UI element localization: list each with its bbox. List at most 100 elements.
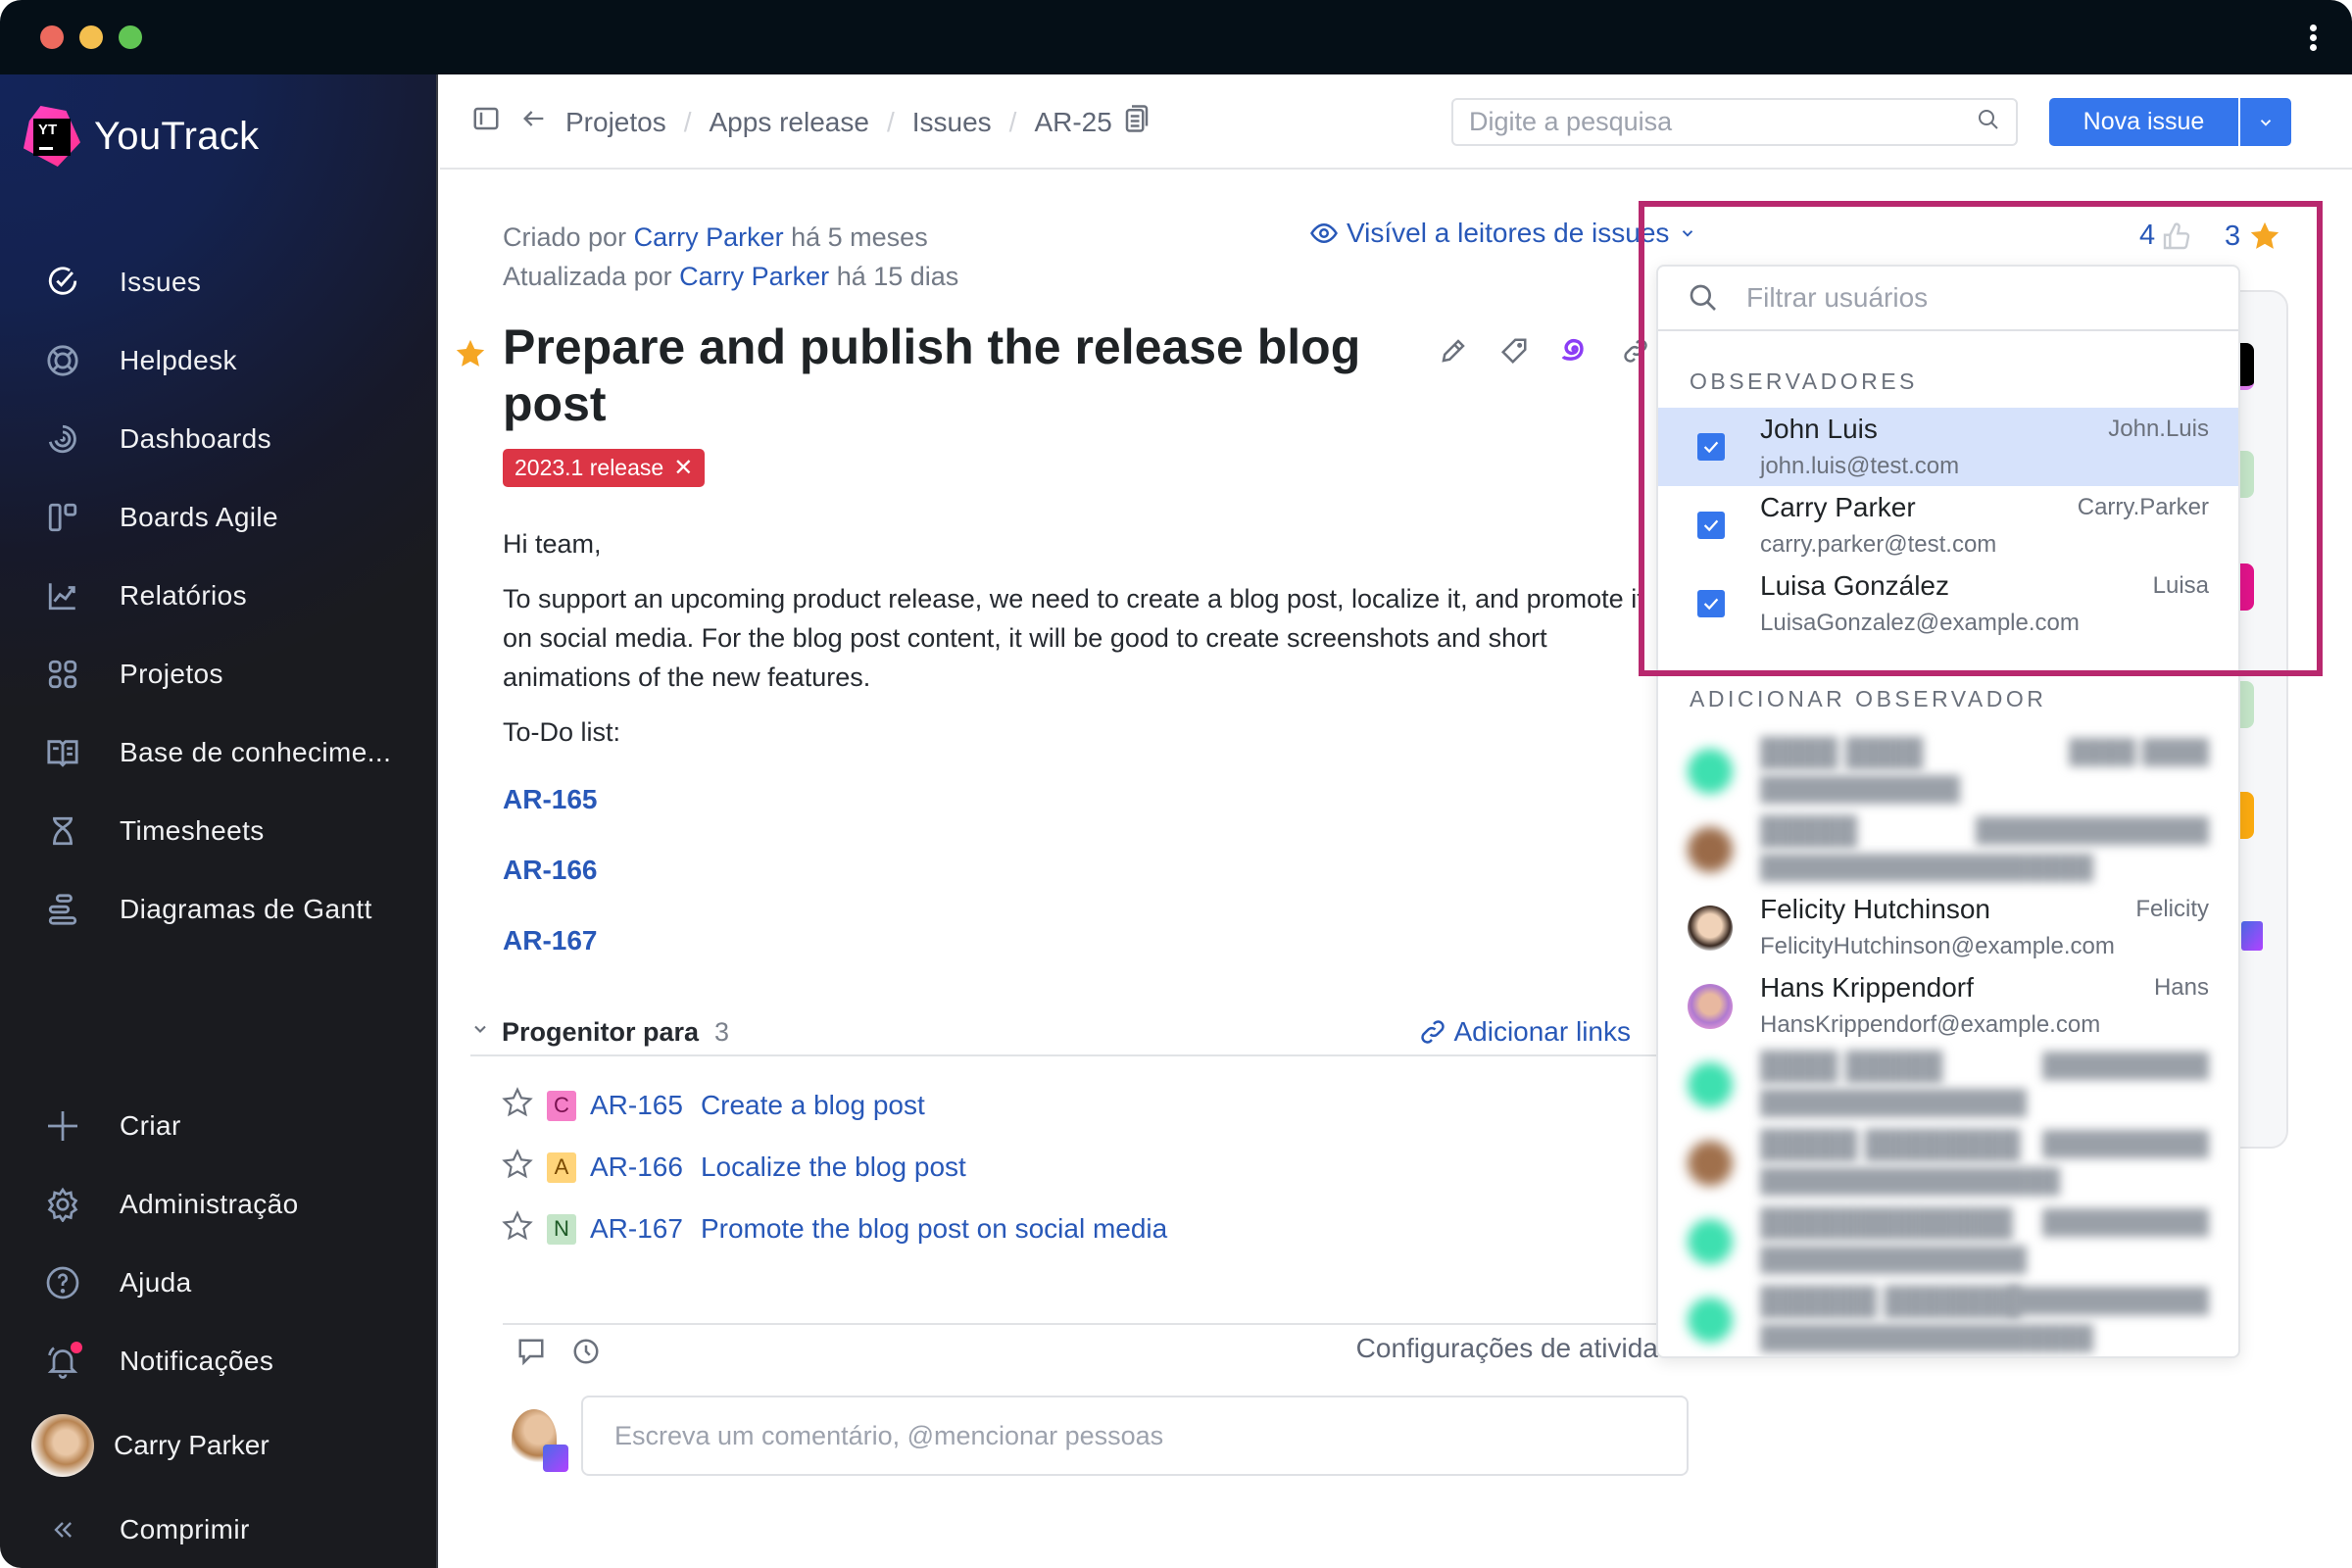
linked-issue-summary[interactable]: Promote the blog post on social media [701, 1213, 1167, 1245]
activity-bar: Configurações de atividade [503, 1323, 1689, 1372]
checkbox-checked[interactable] [1697, 512, 1725, 539]
close-window-button[interactable] [40, 25, 64, 49]
dashboard-icon [45, 421, 80, 457]
creator-link[interactable]: Carry Parker [634, 222, 784, 252]
candidate-row[interactable]: Felicity Hutchinson Felicity FelicityHut… [1658, 888, 2238, 966]
comment-field[interactable] [581, 1396, 1689, 1476]
breadcrumb-projetos[interactable]: Projetos [565, 107, 666, 138]
back-arrow-icon[interactable] [520, 105, 548, 139]
candidate-row[interactable]: ███████████████████████████████████████ [1658, 1201, 2238, 1280]
sidebar-item-projetos[interactable]: Projetos [0, 635, 438, 713]
sidebar-item-gantt[interactable]: Diagramas de Gantt [0, 870, 438, 949]
star-outline-icon[interactable] [502, 1209, 533, 1249]
minimize-window-button[interactable] [79, 25, 103, 49]
todo-link[interactable]: AR-166 [503, 855, 597, 886]
tag-chip[interactable]: 2023.1 release ✕ [503, 449, 706, 487]
eye-icon [1310, 222, 1338, 244]
linked-issue-summary[interactable]: Create a blog post [701, 1090, 925, 1121]
search-field[interactable] [1451, 98, 2018, 146]
new-issue-button[interactable]: Nova issue [2049, 98, 2238, 146]
sidebar-item-dashboards[interactable]: Dashboards [0, 400, 438, 478]
candidate-row[interactable]: ███████████████████████████████████████ [1658, 809, 2238, 888]
activity-settings-link[interactable]: Configurações de atividade [1356, 1333, 1689, 1364]
sidebar-item-ajuda[interactable]: Ajuda [0, 1244, 438, 1322]
watchers-heading: OBSERVADORES [1690, 368, 1918, 394]
grid-icon [45, 657, 80, 692]
sidebar-item-administracao[interactable]: Administração [0, 1165, 438, 1244]
link-icon[interactable] [1618, 333, 1653, 368]
star-count-button[interactable]: 3 [2225, 220, 2281, 253]
breadcrumb-separator: / [1008, 106, 1017, 137]
sidebar-item-knowledge-base[interactable]: Base de conhecime... [0, 713, 438, 792]
candidate-row[interactable]: ██████ ███████ ████████████ ██████████████… [1658, 1280, 2238, 1356]
check-circle-icon [45, 265, 80, 300]
search-input[interactable] [1469, 107, 1977, 137]
sidebar-item-issues[interactable]: Issues [0, 243, 438, 321]
linked-issue-id[interactable]: AR-167 [590, 1213, 683, 1245]
candidate-row[interactable]: ████ ████ ████ ████ ████████████ [1658, 731, 2238, 809]
candidate-row[interactable]: ████ █████ ██████████ ████████████████ [1658, 1045, 2238, 1123]
history-clock-icon[interactable] [571, 1337, 601, 1371]
new-issue-dropdown-button[interactable] [2240, 98, 2291, 146]
watcher-row[interactable]: John Luis John.Luis john.luis@test.com [1658, 408, 2238, 486]
app-logo[interactable]: YT YouTrack [24, 106, 259, 167]
watcher-row[interactable]: Luisa González Luisa LuisaGonzalez@examp… [1658, 564, 2238, 643]
filter-users-field[interactable] [1658, 267, 2238, 331]
add-links-button[interactable]: Adicionar links [1418, 1016, 1631, 1048]
vote-button[interactable]: 4 [2139, 220, 2192, 252]
issue-title: Prepare and publish the release blog pos… [503, 319, 1361, 431]
comment-input[interactable] [614, 1420, 1687, 1451]
collapse-chevron-icon[interactable] [470, 1019, 492, 1045]
edit-icon[interactable] [1436, 333, 1471, 368]
kebab-menu-icon[interactable] [2303, 22, 2323, 57]
star-icon [2250, 221, 2279, 249]
remove-tag-icon[interactable]: ✕ [673, 454, 693, 482]
filter-users-input[interactable] [1746, 282, 2238, 314]
plus-icon [45, 1108, 80, 1144]
todo-link[interactable]: AR-165 [503, 784, 597, 815]
search-icon[interactable] [1977, 108, 2000, 136]
sidebar-user-profile[interactable]: Carry Parker [0, 1400, 438, 1491]
copy-id-icon[interactable] [1124, 104, 1150, 140]
toggle-sidebar-icon[interactable] [471, 104, 501, 140]
breadcrumb-issue-id[interactable]: AR-25 [1034, 107, 1111, 138]
hourglass-icon [45, 813, 80, 849]
candidate-row[interactable]: Hans Krippendorf Hans HansKrippendorf@ex… [1658, 966, 2238, 1045]
watcher-row[interactable]: Carry Parker Carry.Parker carry.parker@t… [1658, 486, 2238, 564]
sidebar-item-timesheets[interactable]: Timesheets [0, 792, 438, 870]
checkbox-checked[interactable] [1697, 433, 1725, 461]
tag-icon[interactable] [1496, 333, 1532, 368]
sidebar-item-boards-agile[interactable]: Boards Agile [0, 478, 438, 557]
assignee-avatar[interactable] [2241, 921, 2263, 951]
linked-issue-summary[interactable]: Localize the blog post [701, 1152, 966, 1183]
add-watcher-heading: ADICIONAR OBSERVADOR [1690, 686, 2047, 711]
issue-type-badge: A [547, 1152, 576, 1183]
linked-issue-row: C AR-165 Create a blog post [502, 1086, 925, 1125]
avatar [1688, 1298, 1733, 1343]
sidebar-collapse-button[interactable]: Comprimir [0, 1491, 438, 1568]
maximize-window-button[interactable] [119, 25, 142, 49]
comment-icon[interactable] [516, 1337, 546, 1371]
sidebar-item-relatorios[interactable]: Relatórios [0, 557, 438, 635]
visibility-selector[interactable]: Visível a leitores de issues [1309, 218, 1696, 249]
avatar [1688, 827, 1733, 872]
linked-issue-row: N AR-167 Promote the blog post on social… [502, 1209, 1167, 1249]
candidate-row[interactable]: █████ ████████ ██████████ ████████████████… [1658, 1123, 2238, 1201]
checkbox-checked[interactable] [1697, 590, 1725, 617]
sidebar-item-helpdesk[interactable]: Helpdesk [0, 321, 438, 400]
breadcrumb-apps-release[interactable]: Apps release [710, 107, 869, 138]
star-outline-icon[interactable] [502, 1148, 533, 1187]
issue-toolbar [1436, 333, 1653, 368]
breadcrumb-issues[interactable]: Issues [912, 107, 992, 138]
linked-issue-row: A AR-166 Localize the blog post [502, 1148, 966, 1187]
chevron-down-icon [2260, 119, 2272, 126]
updater-link[interactable]: Carry Parker [679, 262, 829, 291]
linked-issue-id[interactable]: AR-165 [590, 1090, 683, 1121]
star-issue-icon[interactable] [454, 337, 487, 375]
star-outline-icon[interactable] [502, 1086, 533, 1125]
sidebar-item-criar[interactable]: Criar [0, 1087, 438, 1165]
linked-issue-id[interactable]: AR-166 [590, 1152, 683, 1183]
todo-link[interactable]: AR-167 [503, 925, 597, 956]
sidebar-item-notificacoes[interactable]: Notificações [0, 1322, 438, 1400]
ai-assistant-icon[interactable] [1557, 333, 1592, 368]
